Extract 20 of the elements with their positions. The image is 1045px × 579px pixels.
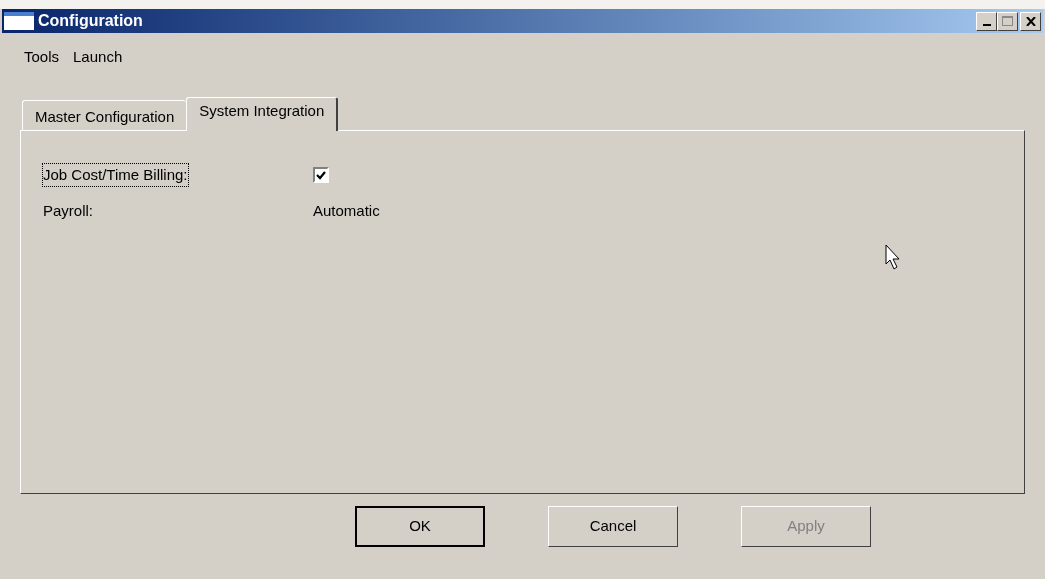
- check-icon: [316, 170, 326, 180]
- dialog-button[interactable]: Cancel: [548, 506, 678, 547]
- menu-item[interactable]: Tools: [24, 46, 60, 63]
- field-value: Automatic: [313, 200, 380, 221]
- maximize-button[interactable]: [997, 11, 1018, 31]
- field-label: Job Cost/Time Billing:: [43, 163, 188, 187]
- checkbox[interactable]: [313, 167, 329, 183]
- cursor-icon: [885, 244, 901, 270]
- minimize-icon: [982, 23, 991, 26]
- window-icon: [4, 12, 34, 30]
- tab[interactable]: System Integration: [186, 97, 339, 131]
- dialog-button[interactable]: OK: [355, 506, 485, 547]
- close-icon: [1025, 16, 1036, 26]
- minimize-button[interactable]: [976, 11, 997, 31]
- maximize-icon: [1002, 16, 1013, 26]
- tab[interactable]: Master Configuration: [22, 100, 187, 130]
- window-title: Configuration: [38, 11, 143, 31]
- field-label: Payroll:: [43, 200, 94, 221]
- close-button[interactable]: [1020, 11, 1041, 31]
- menu-item[interactable]: Launch: [73, 46, 123, 63]
